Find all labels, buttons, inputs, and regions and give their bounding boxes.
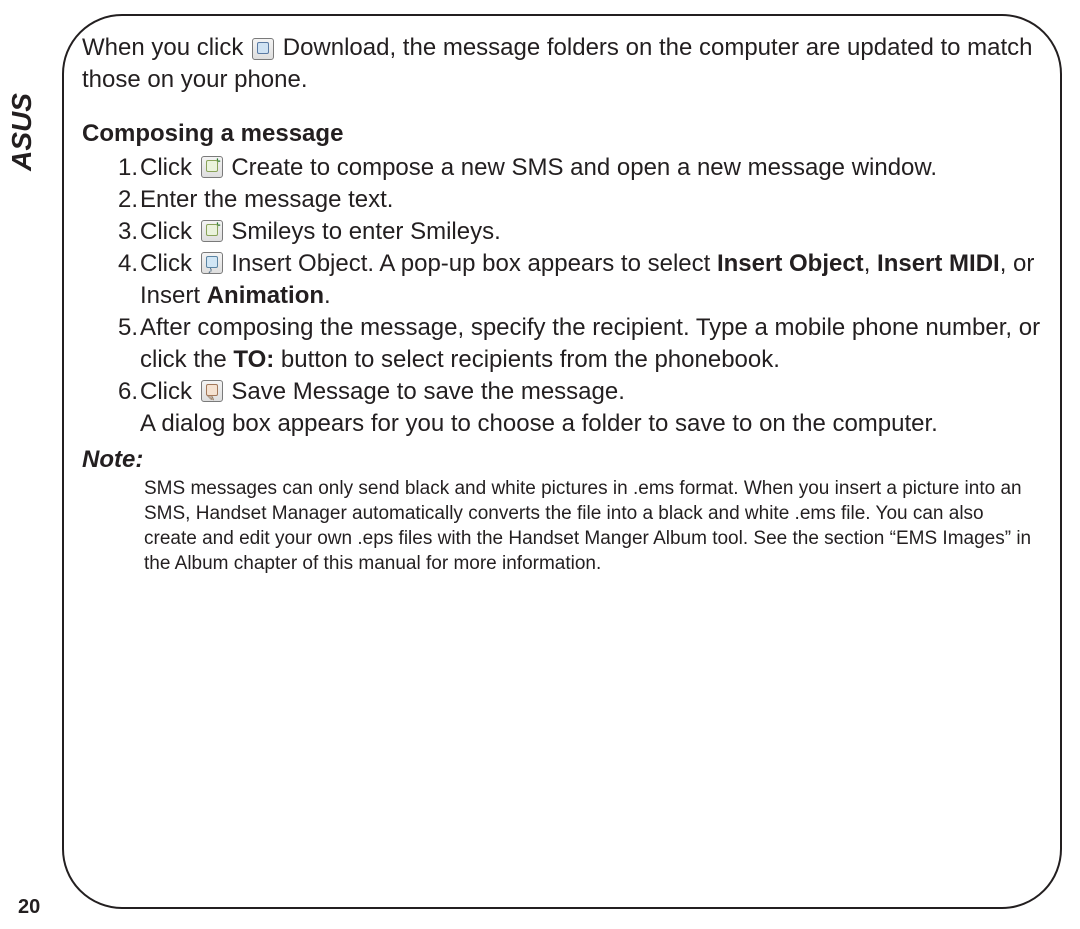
bold-insert-object: Insert Object [717, 250, 864, 277]
step-content: Click Insert Object. A pop-up box appear… [140, 248, 1042, 312]
step-3: 3. Click Smileys to enter Smileys. [82, 216, 1042, 248]
step-text-a: Insert Object. A pop-up box appears to s… [231, 250, 717, 277]
step-text-before: Click [140, 154, 199, 181]
content-frame: When you click Download, the message fol… [62, 14, 1062, 909]
step-number: 1. [82, 152, 140, 184]
step-4: 4. Click Insert Object. A pop-up box app… [82, 248, 1042, 312]
bold-insert-midi: Insert MIDI [877, 250, 1000, 277]
step-text: Enter the message text. [140, 186, 393, 213]
step-text-after: Create to compose a new SMS and open a n… [231, 154, 937, 181]
step-text-mid-a: , [864, 250, 877, 277]
step-text-after: Save Message to save the message. [231, 378, 625, 405]
bold-to: TO: [233, 346, 274, 373]
step-content: Enter the message text. [140, 184, 1042, 216]
step-5: 5. After composing the message, specify … [82, 312, 1042, 376]
note-label: Note: [82, 446, 1042, 474]
step-content: After composing the message, specify the… [140, 312, 1042, 376]
manual-page: { "brand": "ASUS", "page_number": "20", … [0, 0, 1080, 929]
note-body: SMS messages can only send black and whi… [82, 476, 1042, 576]
smileys-icon [201, 220, 223, 242]
create-icon [201, 156, 223, 178]
step-1: 1. Click Create to compose a new SMS and… [82, 152, 1042, 184]
save-message-icon [201, 380, 223, 402]
section-heading: Composing a message [82, 120, 1042, 148]
intro-paragraph: When you click Download, the message fol… [82, 32, 1042, 96]
step-text-before: Click [140, 378, 199, 405]
step-text-after: Smileys to enter Smileys. [231, 218, 500, 245]
intro-text-before: When you click [82, 34, 250, 61]
step-number: 4. [82, 248, 140, 312]
step-number: 6. [82, 376, 140, 440]
download-icon [252, 38, 274, 60]
steps-list: 1. Click Create to compose a new SMS and… [82, 152, 1042, 440]
asus-logo-text: ASUS [6, 93, 38, 171]
step-text-tail: . [324, 282, 331, 309]
page-number: 20 [18, 896, 40, 919]
step-number: 5. [82, 312, 140, 376]
step-content: Click Create to compose a new SMS and op… [140, 152, 1042, 184]
step-text-before: Click [140, 218, 199, 245]
step-number: 3. [82, 216, 140, 248]
insert-object-icon [201, 252, 223, 274]
step-content: Click Smileys to enter Smileys. [140, 216, 1042, 248]
step-text-before: Click [140, 250, 199, 277]
step-6: 6. Click Save Message to save the messag… [82, 376, 1042, 440]
bold-animation: Animation [207, 282, 324, 309]
step-text-line2: A dialog box appears for you to choose a… [140, 410, 938, 437]
step-content: Click Save Message to save the message. … [140, 376, 1042, 440]
asus-logo: ASUS [10, 62, 34, 202]
step-2: 2. Enter the message text. [82, 184, 1042, 216]
step-text-b: button to select recipients from the pho… [274, 346, 780, 373]
step-number: 2. [82, 184, 140, 216]
